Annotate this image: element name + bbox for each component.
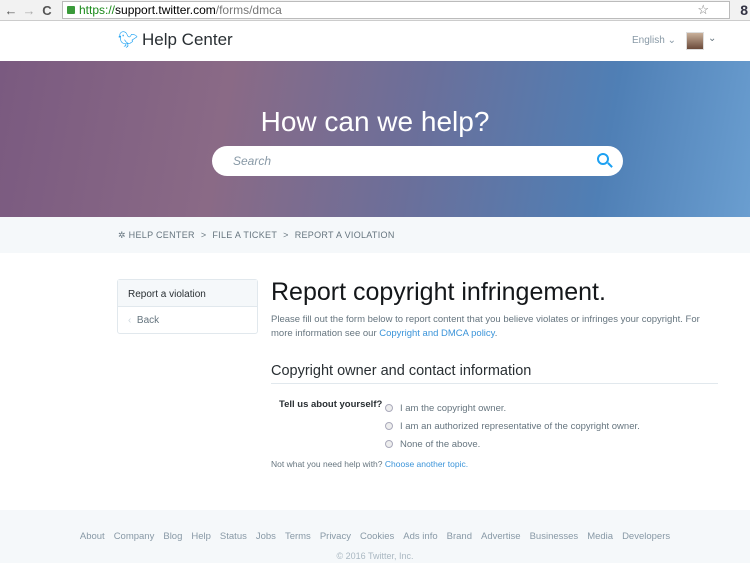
extension-icon[interactable]: 8 (740, 2, 748, 18)
logo-text: Help Center (142, 30, 233, 49)
footer-link-developers[interactable]: Developers (622, 531, 670, 542)
footer-link-privacy[interactable]: Privacy (320, 531, 351, 542)
other-topic-text: Not what you need help with? Choose anot… (271, 459, 468, 469)
url-scheme: https:// (79, 3, 116, 17)
sidebar-nav: Report a violation ‹ Back (117, 279, 258, 334)
footer-links: About Company Blog Help Status Jobs Terms Priva… (0, 531, 750, 542)
sidebar-back-link[interactable]: ‹ Back (118, 307, 257, 334)
bookmark-star-icon[interactable]: ☆ (697, 2, 709, 18)
footer: About Company Blog Help Status Jobs Terms Priva… (0, 510, 750, 563)
hero-title: How can we help? (260, 106, 490, 137)
footer-link-businesses[interactable]: Businesses (530, 531, 579, 542)
copyright: © 2016 Twitter, Inc. (336, 551, 414, 561)
footer-link-blog[interactable]: Blog (163, 531, 182, 542)
chevron-down-icon[interactable]: ⌄ (708, 33, 716, 44)
url-path: /forms/dmca (215, 3, 282, 17)
radio-button[interactable] (385, 404, 393, 412)
search-input[interactable]: Search (212, 146, 623, 176)
reload-button[interactable]: C (40, 3, 54, 18)
other-topic-prompt: Not what you need help with? (271, 459, 385, 469)
browser-toolbar: ← → C https://support.twitter.com/forms/… (0, 0, 750, 21)
chevron-down-icon: ⌄ (667, 35, 676, 46)
help-center-logo[interactable]: 🐦︎ Help Center (118, 30, 233, 50)
site-header: 🐦︎ Help Center English ⌄ ⌄ (0, 21, 750, 61)
language-selector[interactable]: English ⌄ (632, 35, 676, 46)
radio-option[interactable]: I am an authorized representative of the… (385, 417, 640, 435)
footer-link-brand[interactable]: Brand (447, 531, 472, 542)
breadcrumb: ✲ HELP CENTER > FILE A TICKET > REPORT A… (0, 217, 750, 253)
choose-topic-link[interactable]: Choose another topic. (385, 459, 468, 469)
radio-label: None of the above. (400, 438, 481, 450)
page-title: Report copyright infringement. (271, 278, 606, 306)
avatar[interactable] (686, 32, 704, 50)
radio-label: I am the copyright owner. (400, 402, 507, 414)
forward-button[interactable]: → (22, 3, 36, 18)
search-icon[interactable] (597, 153, 609, 165)
footer-link-media[interactable]: Media (587, 531, 613, 542)
main-content: Report copyright infringement. Please fi… (271, 278, 718, 469)
footer-link-company[interactable]: Company (114, 531, 155, 542)
breadcrumb-separator: > (283, 230, 289, 240)
breadcrumb-help-center[interactable]: ✲ HELP CENTER (118, 230, 195, 241)
breadcrumb-report-violation[interactable]: REPORT A VIOLATION (295, 230, 395, 241)
lock-icon (67, 6, 75, 14)
radio-button[interactable] (385, 440, 393, 448)
footer-link-terms[interactable]: Terms (285, 531, 311, 542)
page-description: Please fill out the form below to report… (271, 313, 718, 341)
sidebar-item-report-violation[interactable]: Report a violation (118, 280, 257, 307)
description-end: . (494, 328, 498, 339)
breadcrumb-separator: > (200, 230, 207, 240)
radio-label: I am an authorized representative of the… (400, 420, 640, 432)
radio-option[interactable]: None of the above. (385, 435, 640, 453)
footer-link-cookies[interactable]: Cookies (360, 531, 394, 542)
breadcrumb-file-ticket[interactable]: FILE A TICKET (212, 230, 277, 241)
chevron-left-icon: ‹ (128, 315, 132, 326)
footer-link-status[interactable]: Status (220, 531, 247, 542)
dmca-policy-link[interactable]: Copyright and DMCA policy (379, 328, 494, 339)
radio-option[interactable]: I am the copyright owner. (385, 399, 640, 417)
back-button[interactable]: ← (4, 3, 18, 18)
question-label: Tell us about yourself? (279, 399, 383, 410)
radio-button[interactable] (385, 422, 393, 430)
search-placeholder: Search (233, 154, 272, 168)
footer-link-about[interactable]: About (80, 531, 105, 542)
footer-link-advertise[interactable]: Advertise (481, 531, 521, 542)
hero-banner: How can we help? Search (0, 61, 750, 217)
section-heading: Copyright owner and contact information (271, 363, 718, 384)
back-label: Back (136, 315, 160, 326)
footer-link-ads-info[interactable]: Ads info (403, 531, 437, 542)
url-domain: support.twitter.com (115, 3, 216, 17)
footer-link-help[interactable]: Help (191, 531, 211, 542)
address-bar[interactable]: https://support.twitter.com/forms/dmca ☆ (62, 1, 730, 19)
footer-link-jobs[interactable]: Jobs (256, 531, 276, 542)
breadcrumb-label: HELP CENTER (128, 230, 195, 240)
twitter-bird-icon: 🐦︎ (118, 31, 139, 49)
language-label: English (632, 35, 665, 46)
role-radio-group: I am the copyright owner. I am an author… (385, 399, 640, 453)
